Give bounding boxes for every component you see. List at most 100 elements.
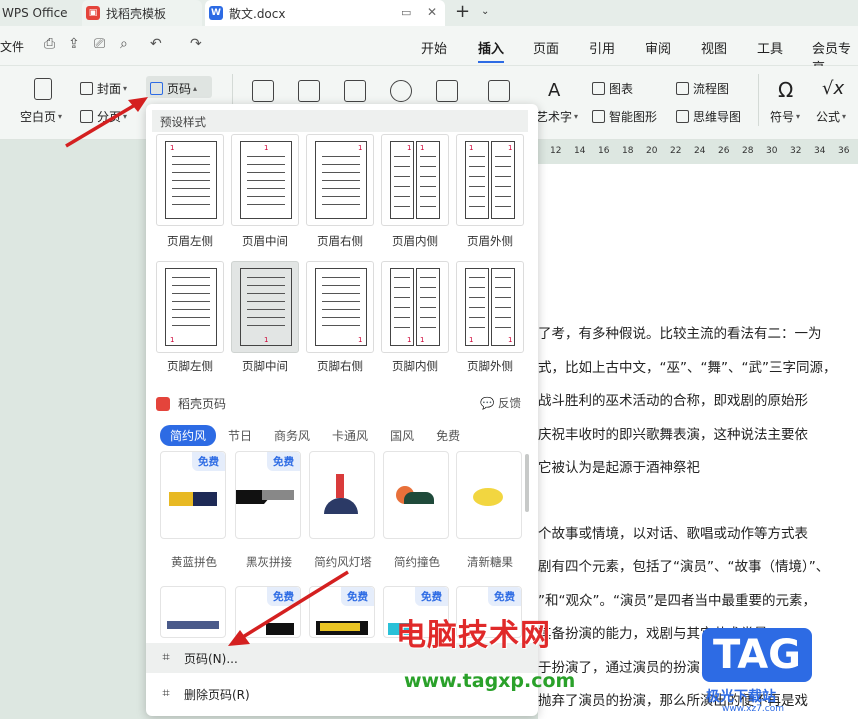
preset-footer-right[interactable]: 1 bbox=[306, 261, 374, 353]
preset-footer-inside[interactable]: 1 1 bbox=[381, 261, 449, 353]
print-preview-icon[interactable]: ⌕ bbox=[120, 36, 128, 52]
doc-paragraph-line[interactable]: ”和“观众”。“演员”是四者当中最重要的元素， bbox=[538, 589, 816, 609]
text-line bbox=[394, 297, 410, 299]
redo-icon[interactable]: ↷ bbox=[190, 36, 202, 52]
symbol-button[interactable]: 符号 ▾ bbox=[770, 108, 800, 125]
preset-label: 页脚内侧 bbox=[392, 359, 438, 373]
preset-footer-center[interactable]: 1 bbox=[231, 261, 299, 353]
file-menu[interactable]: 文件 bbox=[0, 38, 24, 55]
tab-find-template[interactable]: ▣ 找稻壳模板 bbox=[82, 0, 202, 26]
undo-icon[interactable]: ↶ bbox=[150, 36, 162, 52]
smart-shape-button[interactable]: 智能图形 bbox=[592, 108, 657, 125]
page-break-button[interactable]: 分页 ▾ bbox=[80, 108, 127, 125]
chevron-down-icon[interactable]: ⌄ bbox=[481, 6, 489, 17]
export-icon[interactable]: ⇪ bbox=[68, 36, 80, 52]
preset-header-center[interactable]: 1 bbox=[231, 134, 299, 226]
template-card[interactable]: 免费 bbox=[235, 586, 301, 638]
close-tab-icon[interactable]: ✕ bbox=[427, 5, 437, 19]
text-line bbox=[172, 188, 210, 190]
art-text-icon[interactable]: A bbox=[548, 80, 560, 101]
tab-review[interactable]: 审阅 bbox=[645, 38, 671, 57]
thumbnail-graphic bbox=[169, 492, 193, 506]
panel-scrollbar[interactable] bbox=[525, 454, 529, 512]
doc-paragraph-line[interactable]: 它被认为是起源于酒神祭祀 bbox=[538, 456, 700, 476]
print-icon[interactable]: ⎚ bbox=[94, 36, 105, 52]
preset-header-left[interactable]: 1 bbox=[156, 134, 224, 226]
preset-header-right[interactable]: 1 bbox=[306, 134, 374, 226]
template-label: 黑灰拼接 bbox=[246, 555, 292, 569]
text-line bbox=[172, 301, 210, 303]
formula-icon[interactable]: √x bbox=[822, 78, 844, 99]
symbol-icon[interactable]: Ω bbox=[778, 78, 793, 102]
preset-header-inside[interactable]: 1 1 bbox=[381, 134, 449, 226]
tab-wps-office-label: WPS Office bbox=[2, 6, 68, 20]
page-num-mark: 1 bbox=[170, 144, 175, 152]
chevron-up-icon: ▴ bbox=[193, 84, 198, 93]
template-card[interactable]: 免费 bbox=[235, 451, 301, 539]
art-text-button[interactable]: 艺术字 ▾ bbox=[536, 108, 578, 125]
page-break-label: 分页 bbox=[97, 110, 122, 124]
doc-paragraph-line[interactable]: 庆祝丰收时的即兴歌舞表演，这种说法主要依 bbox=[538, 423, 808, 443]
cover-button[interactable]: 封面 ▾ bbox=[80, 80, 127, 97]
tab-reference[interactable]: 引用 bbox=[589, 38, 615, 57]
page-thumbnail: 1 bbox=[165, 141, 217, 219]
doc-paragraph-line[interactable]: 剧有四个元素，包括了“演员”、“故事（情境）”、 bbox=[538, 555, 829, 575]
save-icon[interactable]: ⎙ bbox=[44, 36, 55, 52]
mindmap-label: 思维导图 bbox=[693, 110, 742, 124]
text-line bbox=[247, 301, 285, 303]
formula-button[interactable]: 公式 ▾ bbox=[816, 108, 846, 125]
doc-paragraph-line[interactable]: 了考，有多种假说。比较主流的看法有二：一为 bbox=[538, 322, 822, 342]
ruler-tick: 14 bbox=[574, 146, 586, 156]
new-tab-button[interactable]: + bbox=[455, 1, 470, 22]
page-number-button[interactable]: 页码 ▴ bbox=[150, 80, 197, 97]
template-card[interactable]: 免费 bbox=[309, 586, 375, 638]
horizontal-ruler: 12 14 16 18 20 22 24 26 28 30 32 34 36 bbox=[538, 146, 858, 160]
blank-page-button[interactable]: 空白页 ▾ bbox=[20, 108, 62, 125]
tab-tools[interactable]: 工具 bbox=[757, 38, 783, 57]
tab-page[interactable]: 页面 bbox=[533, 38, 559, 57]
text-line bbox=[322, 317, 360, 319]
chart-button[interactable]: 图表 bbox=[592, 80, 633, 97]
tab-start[interactable]: 开始 bbox=[421, 38, 447, 57]
textbox-icon[interactable] bbox=[488, 80, 510, 102]
doc-paragraph-line[interactable]: 个故事或情境，以对话、歌唱或动作等方式表 bbox=[538, 522, 808, 542]
window-mode-icon[interactable]: ▭ bbox=[401, 6, 411, 19]
filter-chinese[interactable]: 国风 bbox=[380, 425, 424, 446]
shape-icon[interactable] bbox=[390, 80, 412, 102]
ruler-tick: 24 bbox=[694, 146, 706, 156]
text-line bbox=[469, 317, 485, 319]
preset-footer-outside[interactable]: 1 1 bbox=[456, 261, 524, 353]
preset-label: 页眉左侧 bbox=[167, 234, 213, 248]
tab-wps-office[interactable]: WPS Office bbox=[0, 0, 78, 26]
text-line bbox=[322, 164, 360, 166]
page-thumbnail: 1 bbox=[465, 268, 489, 346]
template-card[interactable] bbox=[309, 451, 375, 539]
template-card[interactable] bbox=[456, 451, 522, 539]
filter-festival[interactable]: 节日 bbox=[218, 425, 262, 446]
filter-business[interactable]: 商务风 bbox=[264, 425, 320, 446]
template-card[interactable] bbox=[160, 586, 226, 638]
picture-icon[interactable] bbox=[298, 80, 320, 102]
icons-library-icon[interactable] bbox=[436, 80, 458, 102]
blank-page-icon[interactable] bbox=[34, 78, 52, 100]
tab-insert[interactable]: 插入 bbox=[478, 38, 504, 57]
preset-footer-left[interactable]: 1 bbox=[156, 261, 224, 353]
preset-header-outside[interactable]: 1 1 bbox=[456, 134, 524, 226]
screenshot-icon[interactable] bbox=[344, 80, 366, 102]
page-number-label: 页码 bbox=[167, 82, 192, 96]
filter-simple[interactable]: 简约风 bbox=[160, 425, 217, 446]
table-icon[interactable] bbox=[252, 80, 274, 102]
text-line bbox=[322, 204, 360, 206]
doc-paragraph-line[interactable]: 战斗胜利的巫术活动的合称，即戏剧的原始形 bbox=[538, 389, 808, 409]
mindmap-button[interactable]: 思维导图 bbox=[676, 108, 741, 125]
template-card[interactable]: 免费 bbox=[160, 451, 226, 539]
flowchart-button[interactable]: 流程图 bbox=[676, 80, 729, 97]
text-line bbox=[172, 180, 210, 182]
filter-cartoon[interactable]: 卡通风 bbox=[322, 425, 378, 446]
feedback-link[interactable]: 💬 反馈 bbox=[480, 395, 521, 411]
tab-document[interactable]: W 散文.docx ▭ ✕ bbox=[205, 0, 445, 26]
doc-paragraph-line[interactable]: 式，比如上古中文，“巫”、“舞”、“武”三字同源， bbox=[538, 356, 836, 376]
template-card[interactable] bbox=[383, 451, 449, 539]
tab-view[interactable]: 视图 bbox=[701, 38, 727, 57]
filter-free[interactable]: 免费 bbox=[426, 425, 470, 446]
